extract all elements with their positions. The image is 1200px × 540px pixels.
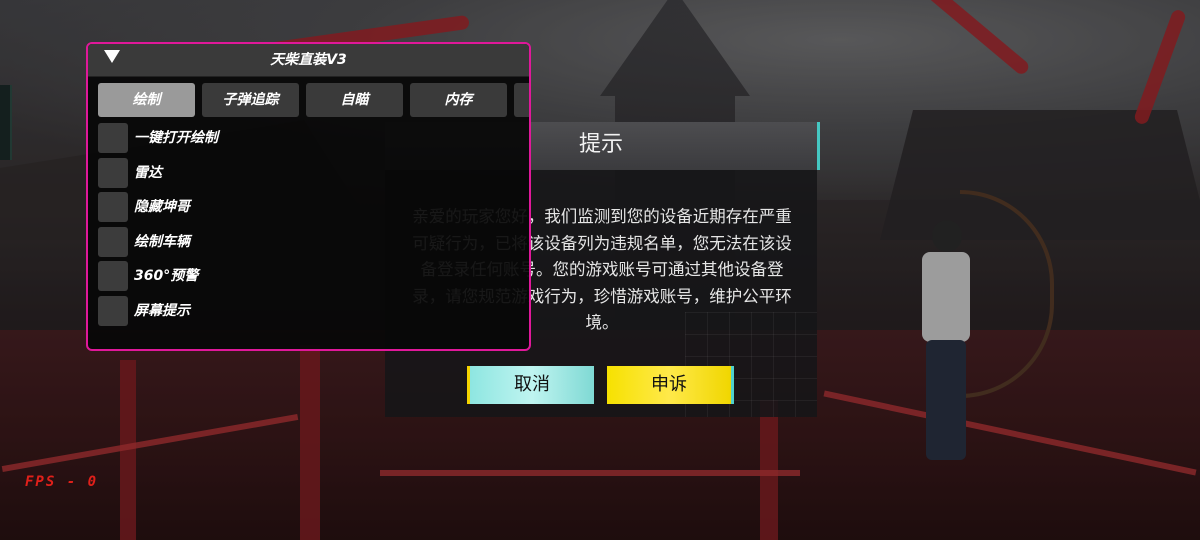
triangle-down-icon[interactable] xyxy=(104,50,120,63)
menu-title: 天柴直装V3 xyxy=(270,52,347,68)
tab-memory[interactable]: 内存 xyxy=(410,83,507,117)
option-hide-kunge[interactable]: 隐藏坤哥 xyxy=(98,190,518,225)
menu-tabs: 绘制 子弹追踪 自瞄 内存 xyxy=(98,83,529,117)
mod-menu-panel: 天柴直装V3 绘制 子弹追踪 自瞄 内存 一键打开绘制 雷达 隐藏坤哥 绘制车辆… xyxy=(86,42,531,351)
checkbox[interactable] xyxy=(98,157,128,188)
option-label: 绘制车辆 xyxy=(134,233,190,250)
appeal-button[interactable]: 申诉 xyxy=(607,366,734,404)
option-screen-hint[interactable]: 屏幕提示 xyxy=(98,294,518,329)
option-one-click-draw[interactable]: 一键打开绘制 xyxy=(98,121,518,156)
option-radar[interactable]: 雷达 xyxy=(98,156,518,191)
tab-draw[interactable]: 绘制 xyxy=(98,83,195,117)
checkbox[interactable] xyxy=(98,261,128,292)
option-label: 雷达 xyxy=(134,164,162,181)
option-label: 360°预警 xyxy=(134,268,199,285)
checkbox[interactable] xyxy=(98,295,128,326)
checkbox[interactable] xyxy=(98,226,128,257)
option-label: 一键打开绘制 xyxy=(134,130,218,146)
checkbox[interactable] xyxy=(98,192,128,223)
option-label: 屏幕提示 xyxy=(134,302,190,319)
tab-aimbot[interactable]: 自瞄 xyxy=(306,83,403,117)
tab-overflow[interactable] xyxy=(514,83,529,117)
option-360-warning[interactable]: 360°预警 xyxy=(98,259,518,294)
option-list: 一键打开绘制 雷达 隐藏坤哥 绘制车辆 360°预警 屏幕提示 xyxy=(98,121,518,329)
fps-counter: FPS - 0 xyxy=(25,474,99,490)
tab-bullet-tracking[interactable]: 子弹追踪 xyxy=(202,83,299,117)
option-label: 隐藏坤哥 xyxy=(134,199,190,216)
checkbox[interactable] xyxy=(98,123,128,153)
option-draw-vehicles[interactable]: 绘制车辆 xyxy=(98,225,518,260)
cancel-button[interactable]: 取消 xyxy=(467,366,594,404)
menu-header[interactable]: 天柴直装V3 xyxy=(88,44,529,77)
